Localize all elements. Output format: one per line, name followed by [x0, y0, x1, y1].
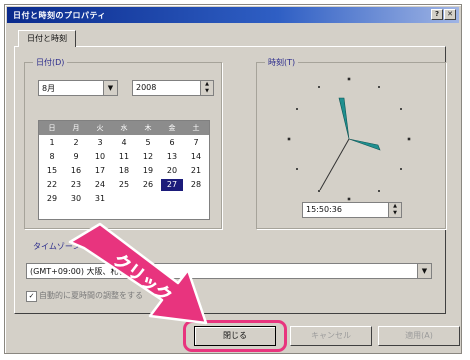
- calendar-day[interactable]: 7: [185, 137, 207, 149]
- calendar-day[interactable]: 8: [41, 151, 63, 163]
- time-value: 15:50:36: [306, 205, 342, 214]
- calendar-day[interactable]: 26: [137, 179, 159, 191]
- calendar-day[interactable]: 13: [161, 151, 183, 163]
- time-spinner[interactable]: 15:50:36 ▲ ▼: [302, 202, 402, 218]
- calendar-day[interactable]: 2: [65, 137, 87, 149]
- calendar-day[interactable]: 12: [137, 151, 159, 163]
- spin-arrows-icon[interactable]: ▲ ▼: [200, 81, 213, 95]
- calendar-day[interactable]: 24: [89, 179, 111, 191]
- date-group-label: 日付(D): [33, 57, 68, 68]
- calendar-day[interactable]: 10: [89, 151, 111, 163]
- calendar-day[interactable]: 5: [137, 137, 159, 149]
- weekday-label: 金: [168, 124, 176, 132]
- dst-checkbox[interactable]: ✓: [26, 291, 37, 302]
- calendar-day-selected[interactable]: 27: [161, 179, 183, 191]
- calendar-day[interactable]: 17: [89, 165, 111, 177]
- time-group-label: 時刻(T): [265, 57, 299, 68]
- calendar-day[interactable]: 22: [41, 179, 63, 191]
- close-icon[interactable]: ✕: [444, 9, 456, 20]
- calendar-day[interactable]: 6: [161, 137, 183, 149]
- weekday-label: 月: [72, 124, 80, 132]
- calendar-day[interactable]: 11: [113, 151, 135, 163]
- calendar-day[interactable]: 14: [185, 151, 207, 163]
- calendar-weekday-header: 日月火水木金土: [39, 121, 209, 135]
- calendar-day[interactable]: 30: [65, 193, 87, 205]
- chevron-down-icon[interactable]: ▼: [417, 264, 431, 278]
- timezone-group-label: タイムゾーン: [30, 241, 84, 252]
- year-spinner[interactable]: 2008 ▲ ▼: [132, 80, 214, 96]
- calendar-day[interactable]: 9: [65, 151, 87, 163]
- month-select[interactable]: 8月 ▼: [38, 80, 118, 96]
- cancel-button[interactable]: キャンセル: [290, 326, 372, 346]
- calendar-day[interactable]: 21: [185, 165, 207, 177]
- calendar-day[interactable]: 28: [185, 179, 207, 191]
- weekday-label: 火: [96, 124, 104, 132]
- calendar-day[interactable]: 19: [137, 165, 159, 177]
- calendar-day[interactable]: 23: [65, 179, 87, 191]
- calendar-day[interactable]: 1: [41, 137, 63, 149]
- month-value: 8月: [42, 84, 56, 93]
- calendar-grid: 日月火水木金土 1 2 3 4 5 6 7 8 9 10 11 12 13 14 15 16 17 18 19 20 2…: [38, 120, 210, 220]
- weekday-label: 水: [120, 124, 128, 132]
- tab-date-time[interactable]: 日付と時刻: [18, 30, 76, 47]
- calendar-day[interactable]: 4: [113, 137, 135, 149]
- weekday-label: 木: [144, 124, 152, 132]
- timezone-select[interactable]: (GMT+09:00) 大阪、札幌、東京 ▼: [26, 263, 432, 279]
- apply-button[interactable]: 適用(A): [378, 326, 460, 346]
- title-bar: 日付と時刻のプロパティ ? ✕: [7, 7, 459, 23]
- weekday-label: 日: [48, 124, 56, 132]
- chevron-down-icon[interactable]: ▼: [103, 81, 117, 95]
- timezone-value: (GMT+09:00) 大阪、札幌、東京: [30, 267, 151, 276]
- calendar-day[interactable]: 25: [113, 179, 135, 191]
- calendar-day[interactable]: 3: [89, 137, 111, 149]
- calendar-day[interactable]: 15: [41, 165, 63, 177]
- window-title: 日付と時刻のプロパティ: [13, 11, 107, 20]
- calendar-day[interactable]: 16: [65, 165, 87, 177]
- year-value: 2008: [136, 83, 157, 92]
- calendar-day[interactable]: 29: [41, 193, 63, 205]
- click-highlight-ring: [183, 320, 287, 352]
- calendar-day[interactable]: 31: [89, 193, 111, 205]
- calendar-day[interactable]: 18: [113, 165, 135, 177]
- help-icon[interactable]: ?: [431, 9, 443, 20]
- dst-label: 自動的に夏時間の調整をする: [39, 291, 143, 300]
- weekday-label: 土: [192, 124, 200, 132]
- calendar-day[interactable]: 20: [161, 165, 183, 177]
- spin-arrows-icon[interactable]: ▲ ▼: [388, 203, 401, 217]
